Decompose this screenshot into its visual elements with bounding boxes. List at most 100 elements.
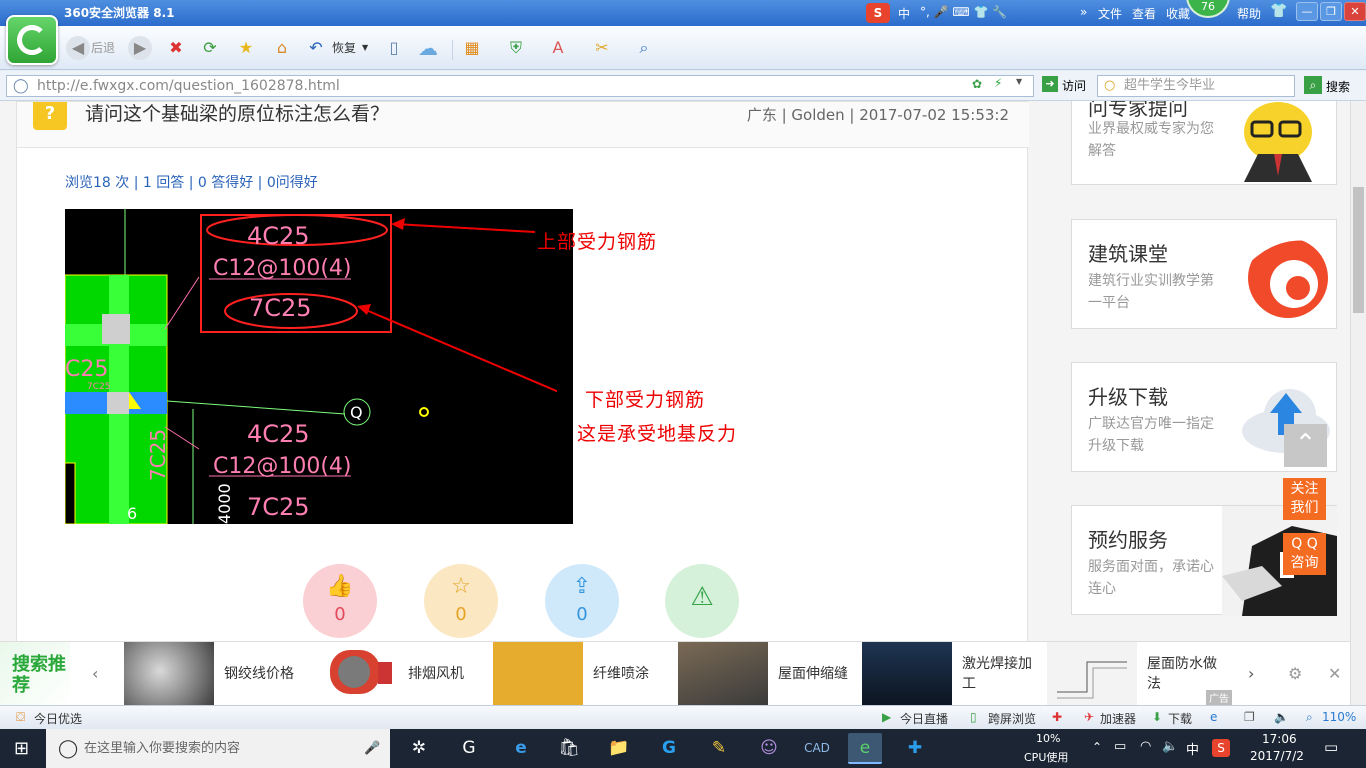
question-stats[interactable]: 浏览18 次 | 1 回答 | 0 答得好 | 0问得好 [65, 172, 318, 192]
follow-us-button[interactable]: 关注我们 [1283, 478, 1326, 520]
tray-expand-icon[interactable]: ⌃ [1092, 740, 1102, 754]
download-icon[interactable]: ⬇ [1152, 710, 1162, 724]
home-icon[interactable]: ⌂ [270, 36, 294, 60]
zoom-icon[interactable]: ⌕ [632, 36, 656, 60]
menu-help[interactable]: 帮助 [1237, 5, 1261, 22]
search-icon[interactable]: ⌕ [1304, 76, 1322, 94]
sogou-ime-icon[interactable]: S [866, 3, 890, 23]
browser-360-icon[interactable]: e [848, 733, 882, 764]
rec-text-laser[interactable]: 激光焊接加工 [962, 642, 1032, 706]
rec-image-roof[interactable] [678, 642, 768, 706]
search-button[interactable]: 搜索 [1326, 78, 1350, 95]
notification-icon[interactable]: ▭ [1324, 738, 1338, 756]
shield-icon[interactable]: ⛨ [504, 36, 528, 60]
share-button[interactable]: ⇪ 0 [545, 564, 619, 638]
edge-browser-icon[interactable]: e [504, 733, 538, 764]
secure-icon[interactable]: ✿ [972, 77, 982, 91]
go-icon[interactable]: ➜ [1042, 76, 1058, 92]
clock-date[interactable]: 2017/7/2 [1250, 749, 1304, 763]
cross-screen[interactable]: 跨屏浏览 [988, 710, 1036, 727]
rec-image-strand[interactable] [124, 642, 214, 706]
today-live[interactable]: 今日直播 [900, 710, 948, 727]
rec-text-spray[interactable]: 纤维喷涂 [593, 642, 663, 706]
translate-icon[interactable]: A [546, 36, 570, 60]
sidebar-card-course[interactable]: 建筑课堂 建筑行业实训教学第一平台 [1071, 219, 1337, 329]
rec-image-laser[interactable] [862, 642, 952, 706]
task-view-icon[interactable]: ✲ [402, 733, 436, 764]
stop-icon[interactable]: ✖ [164, 36, 188, 60]
speaker-icon[interactable]: 🔈 [1162, 739, 1178, 754]
rec-image-waterproof[interactable] [1047, 642, 1137, 706]
volume-icon[interactable]: 🔈 [1274, 710, 1289, 724]
download[interactable]: 下载 [1168, 710, 1192, 727]
undo-icon[interactable]: ↶ [304, 36, 328, 60]
settings-gear-icon[interactable]: ⚙ [1288, 664, 1302, 683]
close-recommend-icon[interactable]: ✕ [1328, 664, 1341, 683]
windows-start-icon[interactable]: ⊞ [14, 738, 29, 759]
scrollbar-thumb[interactable] [1353, 187, 1364, 313]
gift-icon[interactable]: ⛋ [16, 710, 25, 725]
security-badge[interactable]: 76 [1186, 0, 1230, 18]
taskbar-search-input[interactable]: ◯ 在这里输入你要搜索的内容 🎤 [46, 729, 390, 768]
rec-image-fan[interactable] [308, 642, 398, 706]
wifi-icon[interactable]: ◠ [1140, 739, 1151, 754]
go-button[interactable]: 访问 [1062, 77, 1086, 94]
back-label[interactable]: 后退 [91, 36, 115, 60]
rec-text-strand[interactable]: 钢绞线价格 [224, 642, 294, 706]
qq-consult-button[interactable]: Q Q咨询 [1283, 533, 1326, 575]
back-icon[interactable]: ◀ [66, 36, 90, 60]
refresh-icon[interactable]: ⟳ [198, 36, 222, 60]
microphone-icon[interactable]: 🎤 [364, 729, 380, 768]
search-input[interactable]: ○ 超牛学生今毕业 [1097, 75, 1295, 97]
vertical-scrollbar[interactable] [1350, 101, 1366, 705]
tray-ime[interactable]: 中 [1186, 739, 1199, 758]
apps-icon[interactable]: ▦ [460, 36, 484, 60]
notes-icon[interactable]: ✎ [702, 733, 736, 764]
sidebar-card-expert[interactable]: 问专家提问 业界最权威专家为您解答 [1071, 101, 1337, 185]
app-g-icon[interactable]: G [652, 733, 686, 764]
mode-dropdown-icon[interactable]: ▼ [1016, 77, 1022, 86]
restore-label[interactable]: 恢复 [332, 36, 356, 60]
rec-text-fan[interactable]: 排烟风机 [408, 642, 478, 706]
prev-arrow-icon[interactable]: ‹ [92, 664, 98, 683]
speed-mode-icon[interactable]: ⚡ [994, 76, 1002, 90]
browser-logo[interactable] [6, 15, 58, 65]
sogou-tray-icon[interactable]: S [1212, 739, 1230, 757]
menu-favorites[interactable]: 收藏 [1166, 5, 1190, 22]
accelerator-icon[interactable]: ✈ [1084, 710, 1094, 724]
next-arrow-icon[interactable]: › [1248, 664, 1254, 683]
cad-app-icon[interactable]: CAD [800, 733, 834, 764]
ime-mode[interactable]: 中 [898, 5, 910, 22]
menu-view[interactable]: 查看 [1132, 5, 1156, 22]
app-swirl-icon[interactable]: G [452, 733, 486, 764]
screenshot-icon[interactable]: ✂ [590, 36, 614, 60]
url-input[interactable]: ◯ http://e.fwxgx.com/question_1602878.ht… [6, 75, 1034, 97]
menu-file[interactable]: 文件 [1098, 5, 1122, 22]
maximize-button[interactable]: ❐ [1320, 2, 1342, 21]
restore-dropdown-icon[interactable]: ▼ [362, 36, 368, 60]
network-icon[interactable]: ▭ [1114, 739, 1126, 754]
avatar-app-icon[interactable]: ☺ [752, 733, 786, 764]
zoom-icon-status[interactable]: ⌕ [1306, 710, 1313, 725]
like-button[interactable]: 👍 0 [303, 564, 377, 638]
skin-icon[interactable]: 👕 [1270, 3, 1287, 19]
app-cross-icon[interactable]: ✚ [898, 733, 932, 764]
close-button[interactable]: ✕ [1344, 2, 1366, 21]
health-icon[interactable]: ✚ [1052, 710, 1062, 724]
clock-time[interactable]: 17:06 [1262, 732, 1297, 746]
rec-text-roof[interactable]: 屋面伸缩缝 [778, 642, 848, 706]
rec-image-spray[interactable] [493, 642, 583, 706]
back-to-top-button[interactable]: ⌃ [1284, 424, 1327, 467]
today-picks[interactable]: 今日优选 [34, 710, 82, 727]
ie-icon[interactable]: e [1210, 710, 1217, 724]
store-icon[interactable]: 🛍 [552, 733, 586, 764]
ime-tools-icon[interactable]: °, 🎤 ⌨ 👕 🔧 [920, 5, 1007, 19]
forward-icon[interactable]: ▶ [128, 36, 152, 60]
file-explorer-icon[interactable]: 📁 [602, 733, 636, 764]
report-button[interactable]: ⚠ [665, 564, 739, 638]
favorite-button[interactable]: ☆ 0 [424, 564, 498, 638]
cross-screen-icon[interactable]: ▯ [970, 710, 977, 724]
zoom-level[interactable]: 110% [1322, 710, 1356, 724]
live-icon[interactable]: ▶ [882, 710, 891, 724]
phone-icon[interactable]: ▯ [382, 36, 406, 60]
